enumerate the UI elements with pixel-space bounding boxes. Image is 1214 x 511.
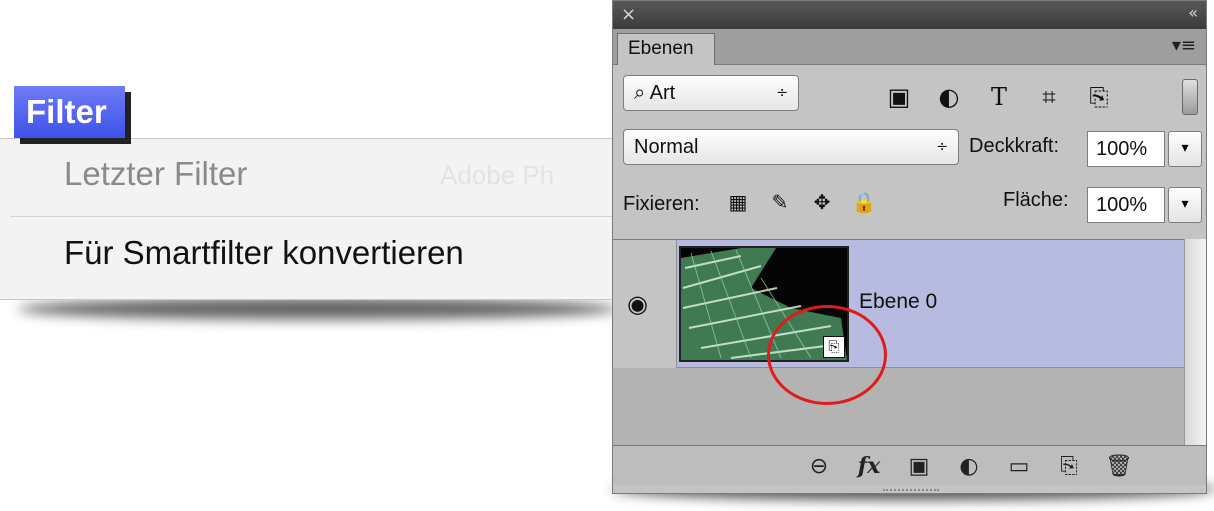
filter-toggle-switch[interactable] — [1182, 79, 1198, 115]
new-layer-icon[interactable]: ⎘ — [1055, 452, 1083, 480]
lock-transparency-icon[interactable]: ▦ — [727, 190, 749, 214]
fill-input[interactable]: 100% — [1087, 187, 1165, 223]
lock-label: Fixieren: — [623, 193, 700, 215]
tab-ebenen[interactable]: Ebenen — [617, 33, 715, 65]
menu-item-smartfilter-konvertieren[interactable]: Für Smartfilter konvertieren — [64, 234, 464, 272]
fill-label: Fläche: — [1003, 189, 1069, 211]
faded-shortcut-text: Adobe Ph — [440, 160, 555, 190]
close-icon[interactable]: × — [621, 4, 636, 25]
layer-list: ◉ ⎘ Ebene 0 — [613, 239, 1184, 445]
opacity-dropdown-button[interactable]: ▾ — [1168, 131, 1202, 167]
filter-type-dropdown[interactable]: ⌕ Art ÷ — [623, 75, 799, 111]
type-layer-filter-icon[interactable]: T — [983, 81, 1015, 113]
dropdown-arrows-icon: ÷ — [776, 85, 788, 101]
smart-object-filter-icon[interactable]: ⎘ — [1083, 81, 1115, 113]
fx-icon[interactable]: fx — [855, 452, 883, 480]
menu-shadow — [18, 298, 618, 320]
visibility-column: ◉ — [613, 240, 677, 368]
opacity-label: Deckkraft: — [969, 135, 1060, 157]
fill-dropdown-button[interactable]: ▾ — [1168, 187, 1202, 223]
blend-mode-value: Normal — [634, 136, 699, 158]
folder-icon[interactable]: ▭ — [1005, 452, 1033, 480]
bottom-icons: ⊖ fx ▣ ◐ ▭ ⎘ 🗑 — [805, 452, 1133, 480]
highlight-circle — [767, 305, 887, 405]
adjustment-layer-filter-icon[interactable]: ◐ — [933, 81, 965, 113]
panel-titlebar: × « — [613, 1, 1206, 29]
adjustment-icon[interactable]: ◐ — [955, 452, 983, 480]
lock-all-icon[interactable]: 🔒 — [852, 190, 877, 214]
panel-menu-icon[interactable]: ▾≡ — [1172, 35, 1196, 56]
panel-bottom-bar: ⊖ fx ▣ ◐ ▭ ⎘ 🗑 — [613, 445, 1206, 485]
blend-mode-dropdown[interactable]: Normal ÷ — [623, 129, 959, 165]
opacity-input[interactable]: 100% — [1087, 131, 1165, 167]
layer-list-scrollbar[interactable] — [1184, 239, 1206, 445]
shape-layer-filter-icon[interactable]: ⌗ — [1033, 81, 1065, 113]
layers-panel: × « Ebenen ▾≡ ⌕ Art ÷ ▣ ◐ T ⌗ ⎘ Normal ÷… — [612, 0, 1207, 494]
filter-menu-title[interactable]: Filter — [14, 86, 125, 138]
layer-name[interactable]: Ebene 0 — [859, 290, 937, 314]
link-icon[interactable]: ⊖ — [805, 452, 833, 480]
menu-item-letzter-filter: Letzter Filter — [64, 155, 248, 192]
trash-icon[interactable]: 🗑 — [1105, 452, 1133, 480]
lock-icons: ▦ ✎ ✥ 🔒 — [727, 190, 877, 214]
filter-icons: ▣ ◐ T ⌗ ⎘ — [883, 81, 1115, 113]
lock-pixels-icon[interactable]: ✎ — [769, 190, 791, 214]
lock-position-icon[interactable]: ✥ — [811, 190, 833, 214]
resize-grip[interactable] — [883, 489, 939, 492]
layer-row-ebene-0[interactable]: ◉ ⎘ Ebene 0 — [613, 240, 1184, 368]
menu-separator — [10, 216, 620, 217]
mask-icon[interactable]: ▣ — [905, 452, 933, 480]
eye-icon[interactable]: ◉ — [627, 290, 648, 318]
dropdown-arrows-icon: ÷ — [936, 139, 948, 155]
filter-type-value: Art — [649, 82, 676, 104]
pixel-layer-filter-icon[interactable]: ▣ — [883, 81, 915, 113]
tab-strip: Ebenen ▾≡ — [613, 29, 1206, 65]
double-chevron-icon[interactable]: « — [1188, 3, 1198, 22]
search-icon: ⌕ — [634, 82, 646, 104]
